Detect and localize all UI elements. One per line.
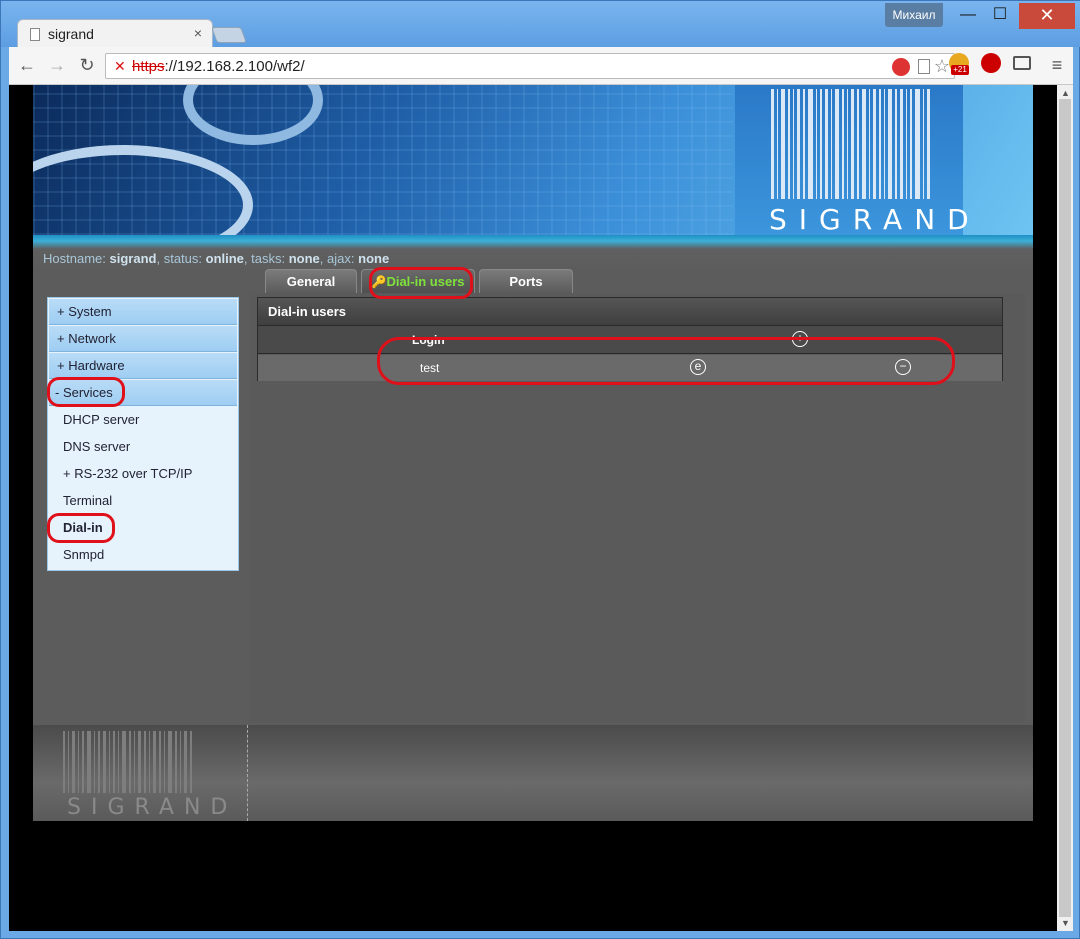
maximize-button[interactable]: ☐ (987, 3, 1013, 29)
scroll-thumb[interactable] (1059, 99, 1071, 917)
key-icon: 🔑 (371, 275, 387, 289)
reload-button[interactable]: ↻ (75, 53, 99, 77)
sidebar-item-dial-in[interactable]: Dial-in (49, 515, 237, 541)
stop-extension-icon[interactable] (981, 53, 1001, 73)
bookmark-star-icon[interactable]: ☆ (934, 56, 950, 77)
browser-toolbar: ← → ↻ ✕ https://192.168.2.100/wf2/ ☆ +21… (9, 47, 1073, 85)
menu-icon[interactable]: ≡ (1045, 53, 1069, 77)
sidebar-menu: + System + Network + Hardware - Services… (47, 297, 239, 571)
back-button[interactable]: ← (15, 53, 39, 77)
sidebar-item-terminal[interactable]: Terminal (49, 488, 237, 514)
brand-logo-text: SIGRAND (769, 203, 981, 235)
edit-user-icon[interactable]: e (690, 359, 706, 375)
url-text: https://192.168.2.100/wf2/ (132, 58, 305, 75)
status-line: Hostname: sigrand, status: online, tasks… (43, 251, 390, 266)
header-banner: SIGRAND (33, 85, 1033, 235)
extension-shield-icon[interactable] (892, 58, 910, 76)
sidebar-item-network[interactable]: + Network (49, 326, 237, 352)
profile-badge[interactable]: Михаил (885, 3, 943, 27)
title-bar: sigrand × Михаил — ☐ ✕ (1, 1, 1080, 48)
page-action-icon[interactable] (918, 59, 930, 74)
footer-brand-text: SIGRAND (67, 795, 238, 820)
scroll-down-icon[interactable]: ▼ (1061, 918, 1070, 928)
login-column-header: Login (412, 333, 445, 347)
ajax-value: none (358, 251, 390, 266)
address-bar[interactable]: ✕ https://192.168.2.100/wf2/ ☆ (105, 53, 955, 79)
page-icon (30, 28, 40, 41)
tab-dial-in-users[interactable]: 🔑Dial-in users (361, 269, 475, 293)
table-header-row: Login + (258, 326, 1002, 354)
tasks-value: none (288, 251, 320, 266)
user-login: test (420, 361, 440, 375)
sidebar-item-dns-server[interactable]: DNS server (49, 434, 237, 460)
barcode-graphic (771, 89, 931, 199)
web-page: SIGRAND Hostname: sigrand, status: onlin… (33, 85, 1033, 821)
footer-barcode-graphic (63, 731, 213, 793)
new-tab-button[interactable] (211, 27, 247, 43)
scroll-up-icon[interactable]: ▲ (1061, 88, 1070, 98)
sidebar-item-system[interactable]: + System (49, 299, 237, 325)
cast-icon[interactable] (1013, 56, 1031, 70)
sidebar-item-snmpd[interactable]: Snmpd (49, 542, 237, 568)
page-viewport: SIGRAND Hostname: sigrand, status: onlin… (9, 85, 1073, 931)
page-footer: SIGRAND (33, 725, 1033, 821)
insecure-lock-icon: ✕ (114, 58, 126, 74)
dial-in-users-panel: Dial-in users Login + test e − (257, 297, 1003, 381)
sidebar-item-services[interactable]: - Services (49, 380, 237, 406)
page-scrollbar[interactable]: ▲ ▼ (1057, 85, 1073, 931)
status-value: online (205, 251, 244, 266)
close-window-button[interactable]: ✕ (1019, 3, 1075, 29)
delete-user-icon[interactable]: − (895, 359, 911, 375)
hostname-value: sigrand (109, 251, 157, 266)
main-content: Dial-in users Login + test e − (249, 293, 1025, 723)
panel-title: Dial-in users (258, 298, 1002, 326)
status-bar: Hostname: sigrand, status: online, tasks… (33, 235, 1033, 271)
forward-button[interactable]: → (45, 53, 69, 77)
sidebar-item-dhcp-server[interactable]: DHCP server (49, 407, 237, 433)
weather-badge: +21 (951, 65, 969, 75)
footer-logo: SIGRAND (33, 725, 248, 821)
tab-title: sigrand (48, 26, 94, 42)
sidebar-item-hardware[interactable]: + Hardware (49, 353, 237, 379)
browser-window: sigrand × Михаил — ☐ ✕ ← → ↻ ✕ https://1… (0, 0, 1080, 939)
browser-tab[interactable]: sigrand × (17, 19, 213, 48)
tab-ports[interactable]: Ports (479, 269, 573, 293)
tab-close-icon[interactable]: × (194, 25, 202, 41)
table-row: test e − (258, 355, 1002, 381)
sigrand-logo: SIGRAND (735, 85, 969, 235)
sidebar-item-rs232-over-tcp[interactable]: + RS-232 over TCP/IP (49, 461, 237, 487)
add-user-icon[interactable]: + (792, 331, 808, 347)
minimize-button[interactable]: — (955, 3, 981, 29)
tab-general[interactable]: General (265, 269, 357, 293)
